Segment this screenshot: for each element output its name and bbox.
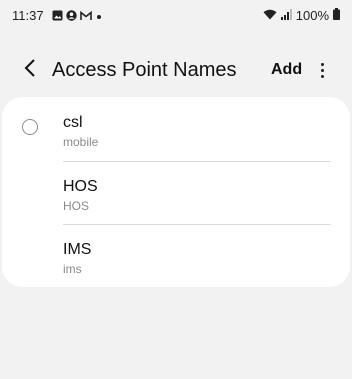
wifi-icon (263, 8, 277, 23)
apn-item-ims[interactable]: IMS ims (2, 224, 350, 286)
page-title: Access Point Names (52, 59, 237, 81)
apn-type: HOS (63, 199, 90, 213)
gallery-icon (52, 9, 63, 24)
back-button[interactable] (18, 56, 42, 84)
status-time: 11:37 (12, 8, 44, 23)
apn-name: csl (63, 114, 83, 131)
system-status-icons: 100% (263, 8, 340, 23)
battery-percent: 100% (295, 8, 329, 23)
more-vertical-icon (320, 62, 324, 66)
battery-icon (333, 8, 340, 23)
apn-type: ims (63, 262, 82, 276)
signal-icon (280, 8, 292, 23)
apn-name: HOS (63, 178, 98, 195)
more-options-button[interactable] (314, 58, 330, 82)
dot-icon (95, 9, 103, 24)
status-bar: 11:37 100% (0, 0, 352, 30)
add-button[interactable]: Add (271, 61, 302, 79)
chevron-left-icon (24, 58, 36, 83)
radio-button[interactable] (22, 119, 38, 135)
gmail-icon (80, 9, 92, 24)
apn-name: IMS (63, 241, 92, 258)
account-icon (66, 9, 77, 24)
notification-icons (52, 9, 103, 24)
apn-type: mobile (63, 135, 99, 149)
apn-list-card: csl mobile HOS HOS IMS ims (2, 97, 350, 287)
apn-item-hos[interactable]: HOS HOS (2, 161, 350, 223)
apn-item-csl[interactable]: csl mobile (2, 97, 350, 159)
app-bar: Access Point Names Add (0, 50, 352, 90)
